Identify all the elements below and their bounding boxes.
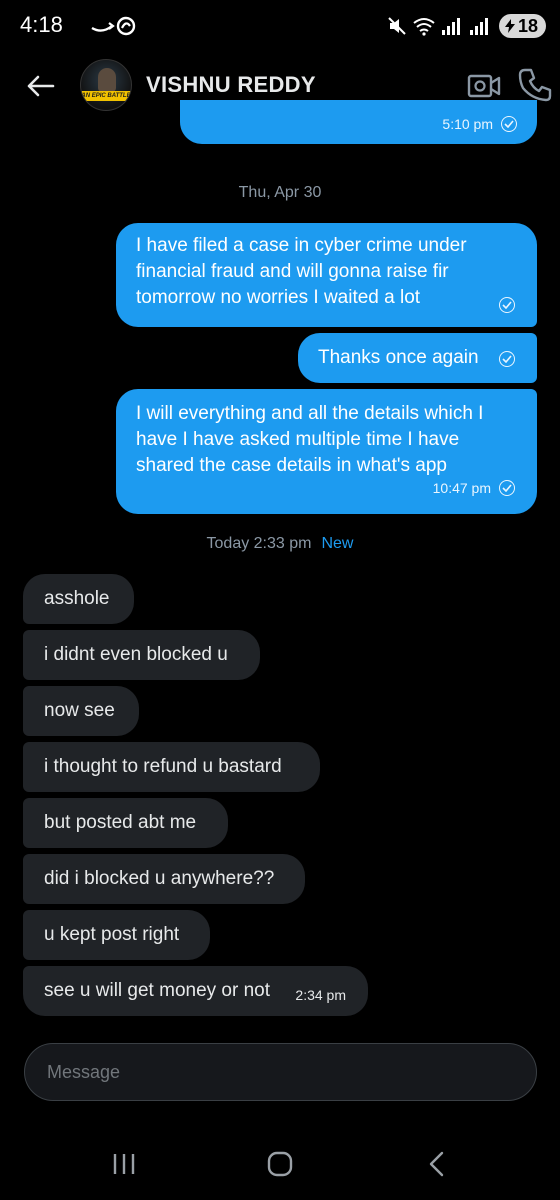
- date-separator-label: Today 2:33 pm: [206, 535, 312, 552]
- status-time: 4:18: [20, 12, 63, 37]
- message-text: I have filed a case in cyber crime under…: [136, 235, 467, 308]
- status-icons: 18: [387, 14, 546, 38]
- message-bubble-outgoing[interactable]: Thanks once again: [298, 333, 537, 383]
- message-bubble-incoming[interactable]: did i blocked u anywhere??: [23, 854, 305, 904]
- message-text: but posted abt me: [44, 812, 197, 833]
- home-icon: [267, 1151, 293, 1177]
- system-nav-bar: [0, 1130, 560, 1200]
- video-call-button[interactable]: [466, 68, 502, 104]
- message-text: i thought to refund u bastard: [44, 756, 282, 777]
- message-bubble-incoming[interactable]: asshole: [23, 574, 134, 624]
- battery-indicator: 18: [498, 14, 546, 38]
- date-separator: Today 2:33 pm New: [0, 535, 560, 553]
- back-button[interactable]: [22, 68, 58, 104]
- message-bubble-incoming[interactable]: u kept post right: [23, 910, 210, 960]
- back-arrow-icon: [27, 75, 55, 97]
- message-text: now see: [44, 700, 115, 721]
- read-receipt-icon: [499, 351, 515, 367]
- message-bubble-incoming[interactable]: now see: [23, 686, 139, 736]
- message-text: see u will get money or not: [44, 980, 271, 1001]
- new-messages-label: New: [321, 535, 354, 552]
- signal-icon-2: [469, 16, 493, 36]
- message-bubble-incoming[interactable]: i thought to refund u bastard: [23, 742, 320, 792]
- message-composer: [24, 1043, 537, 1101]
- message-bubble-incoming[interactable]: i didnt even blocked u: [23, 630, 260, 680]
- video-call-icon: [467, 74, 501, 98]
- avatar[interactable]: AN EPIC BATTLE: [80, 59, 132, 111]
- message-time: 2:34 pm: [295, 987, 346, 1003]
- date-separator: Thu, Apr 30: [238, 184, 322, 201]
- message-text: asshole: [44, 588, 110, 609]
- recents-button[interactable]: [104, 1148, 144, 1180]
- message-bubble-outgoing[interactable]: 5:10 pm: [180, 100, 537, 144]
- message-time: 10:47 pm: [432, 480, 491, 496]
- phone-icon: [518, 68, 552, 102]
- recents-icon: [113, 1154, 135, 1174]
- avatar-figure: [98, 68, 116, 92]
- message-time: 5:10 pm: [442, 116, 493, 132]
- message-bubble-outgoing[interactable]: I have filed a case in cyber crime under…: [116, 223, 537, 327]
- avatar-caption: AN EPIC BATTLE: [81, 93, 131, 99]
- message-text: did i blocked u anywhere??: [44, 868, 275, 889]
- battery-level: 18: [517, 15, 538, 36]
- mute-icon: [387, 16, 407, 36]
- message-list[interactable]: 5:10 pm Thu, Apr 30 I have filed a case …: [0, 100, 560, 1030]
- message-text: i didnt even blocked u: [44, 644, 228, 665]
- read-receipt-icon: [499, 480, 515, 496]
- message-text: I will everything and all the details wh…: [136, 403, 484, 476]
- message-bubble-incoming[interactable]: but posted abt me: [23, 798, 228, 848]
- wifi-icon: [413, 16, 435, 36]
- status-bar: 4:18 18: [0, 0, 560, 52]
- signal-icon: [441, 16, 463, 36]
- voice-call-button[interactable]: [516, 66, 554, 104]
- read-receipt-icon: [501, 116, 517, 132]
- system-back-button[interactable]: [417, 1148, 457, 1180]
- home-button[interactable]: [260, 1148, 300, 1180]
- message-input[interactable]: [47, 1044, 507, 1100]
- message-text: u kept post right: [44, 924, 180, 945]
- nav-back-icon: [429, 1151, 444, 1177]
- notification-icon: [90, 14, 138, 38]
- message-bubble-outgoing[interactable]: I will everything and all the details wh…: [116, 389, 537, 514]
- read-receipt-icon: [499, 297, 515, 313]
- contact-name[interactable]: VISHNU REDDY: [146, 72, 316, 98]
- message-bubble-incoming[interactable]: see u will get money or not 2:34 pm: [23, 966, 368, 1016]
- message-text: Thanks once again: [318, 347, 479, 368]
